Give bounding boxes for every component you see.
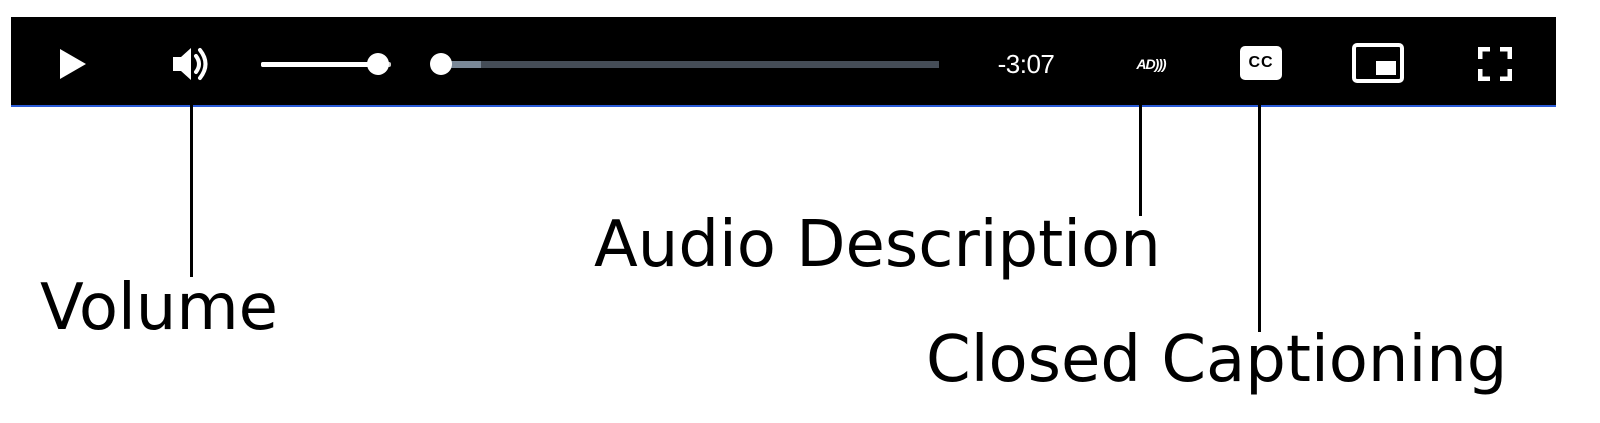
volume-fill: [261, 62, 378, 67]
picture-in-picture-button[interactable]: [1351, 41, 1405, 85]
time-remaining: -3:07: [997, 49, 1055, 79]
audio-waves-glyph: ))): [1154, 56, 1167, 72]
play-button[interactable]: [51, 42, 95, 86]
closed-captions-button[interactable]: CC: [1239, 42, 1283, 84]
audio-description-icon: AD))): [1136, 56, 1167, 72]
volume-callout-line: [190, 92, 193, 277]
audio-description-callout-line: [1139, 92, 1142, 216]
closed-captioning-callout-label: Closed Captioning: [926, 323, 1508, 397]
volume-slider[interactable]: [261, 47, 411, 81]
fullscreen-button[interactable]: [1473, 42, 1517, 86]
video-control-bar: -3:07 AD))) CC: [11, 17, 1556, 107]
speaker-volume-icon: [173, 48, 208, 80]
audio-description-callout-label: Audio Description: [594, 208, 1161, 282]
progress-bar[interactable]: [430, 47, 951, 81]
volume-callout-label: Volume: [40, 271, 279, 345]
closed-captioning-callout-line: [1258, 92, 1261, 332]
picture-in-picture-icon: [1352, 43, 1404, 83]
progress-track: [441, 61, 939, 68]
volume-button[interactable]: [161, 42, 221, 86]
progress-handle[interactable]: [430, 53, 452, 75]
audio-description-button[interactable]: AD))): [1121, 47, 1181, 81]
audio-description-label: AD: [1136, 56, 1155, 72]
volume-handle[interactable]: [367, 53, 389, 75]
player-diagram: -3:07 AD))) CC Volume Audio Description …: [0, 0, 1600, 423]
closed-captions-label: CC: [1248, 54, 1274, 71]
closed-captions-icon: CC: [1240, 46, 1282, 80]
play-icon: [60, 49, 86, 79]
fullscreen-icon: [1478, 47, 1512, 81]
